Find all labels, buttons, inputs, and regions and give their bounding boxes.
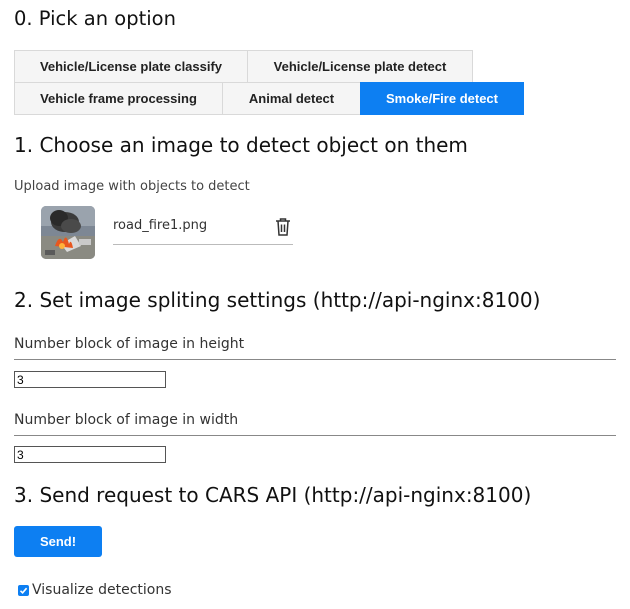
height-blocks-label: Number block of image in height (14, 336, 245, 352)
option-vehicle-plate-classify[interactable]: Vehicle/License plate classify (14, 50, 248, 83)
visualize-detections-label: Visualize detections (32, 582, 172, 598)
image-thumbnail[interactable] (41, 206, 95, 259)
file-row: road_fire1.png (113, 210, 293, 245)
visualize-detections-toggle[interactable]: Visualize detections (18, 582, 172, 598)
option-smoke-fire-detect[interactable]: Smoke/Fire detect (360, 82, 524, 115)
file-name: road_fire1.png (113, 218, 208, 233)
width-blocks-input[interactable] (14, 446, 166, 463)
divider (14, 359, 616, 360)
section-title-choose: 1. Choose an image to detect object on t… (14, 133, 468, 157)
width-blocks-label: Number block of image in width (14, 412, 239, 428)
trash-icon[interactable] (273, 216, 293, 238)
upload-label: Upload image with objects to detect (14, 179, 250, 194)
height-blocks-input[interactable] (14, 371, 166, 388)
checkbox-checked-icon[interactable] (18, 584, 29, 596)
section-title-split: 2. Set image spliting settings (http://a… (14, 288, 541, 312)
option-vehicle-plate-detect[interactable]: Vehicle/License plate detect (247, 50, 473, 83)
divider (14, 435, 616, 436)
option-animal-detect[interactable]: Animal detect (222, 82, 361, 115)
section-title-send: 3. Send request to CARS API (http://api-… (14, 483, 532, 507)
section-title-pick: 0. Pick an option (14, 7, 176, 30)
send-button[interactable]: Send! (14, 526, 102, 557)
option-vehicle-frame-processing[interactable]: Vehicle frame processing (14, 82, 223, 115)
